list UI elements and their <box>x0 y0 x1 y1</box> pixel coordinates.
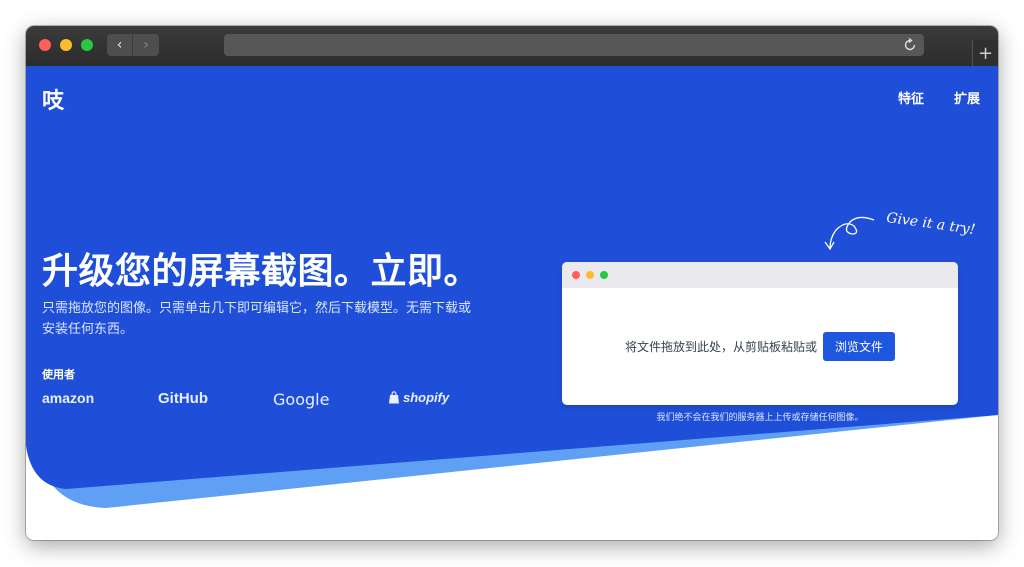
drop-zone-body: 将文件拖放到此处，从剪贴板粘贴或 浏览文件 <box>562 288 958 405</box>
chevron-left-icon: ‹ <box>116 37 123 53</box>
used-by-label: 使用者 <box>42 368 75 381</box>
nav-link-features[interactable]: 特征 <box>898 88 924 107</box>
drop-zone[interactable]: 将文件拖放到此处，从剪贴板粘贴或 浏览文件 <box>562 262 958 405</box>
browser-titlebar: ‹ › + <box>26 26 998 66</box>
history-nav: ‹ › <box>107 34 159 56</box>
nav-link-extensions[interactable]: 扩展 <box>954 88 980 107</box>
new-tab-button[interactable]: + <box>972 40 998 66</box>
reload-icon[interactable] <box>902 37 918 53</box>
address-bar[interactable] <box>224 34 924 56</box>
plus-icon: + <box>977 42 994 64</box>
page-viewport: 吱 特征 扩展 升级您的屏幕截图。立即。 只需拖放您的图像。只需单击几下即可编辑… <box>26 66 998 540</box>
top-nav: 特征 扩展 <box>898 88 980 107</box>
maximize-window-button[interactable] <box>81 39 93 51</box>
yellow-dot-icon <box>586 271 594 279</box>
privacy-note: 我们绝不会在我们的服务器上上传或存储任何图像。 <box>656 413 864 423</box>
chevron-right-icon: › <box>143 37 149 53</box>
browser-window: ‹ › + 吱 特征 扩展 升级您的屏幕截图。立即。 只需拖放您的图像。只需单击… <box>26 26 998 540</box>
forward-button[interactable]: › <box>133 34 159 56</box>
red-dot-icon <box>572 271 580 279</box>
amazon-logo: amazon <box>42 390 95 406</box>
green-dot-icon <box>600 271 608 279</box>
close-window-button[interactable] <box>39 39 51 51</box>
google-logo: Google <box>273 390 330 409</box>
shopping-bag-icon <box>389 391 399 404</box>
github-logo: GitHub <box>158 390 208 407</box>
hero-headline: 升级您的屏幕截图。立即。 <box>42 251 481 292</box>
minimize-window-button[interactable] <box>60 39 72 51</box>
site-logo[interactable]: 吱 <box>42 83 64 115</box>
browse-files-button[interactable]: 浏览文件 <box>823 332 896 361</box>
drop-zone-prompt: 将文件拖放到此处，从剪贴板粘贴或 <box>624 340 817 354</box>
back-button[interactable]: ‹ <box>107 34 133 56</box>
hero-subtext: 只需拖放您的图像。只需单击几下即可编辑它，然后下载模型。无需下载或安装任何东西。 <box>42 301 472 337</box>
drop-zone-titlebar <box>562 262 958 288</box>
curly-arrow-icon <box>824 216 875 251</box>
shopify-logo: shopify <box>388 390 449 405</box>
shopify-wordmark: shopify <box>403 390 450 405</box>
